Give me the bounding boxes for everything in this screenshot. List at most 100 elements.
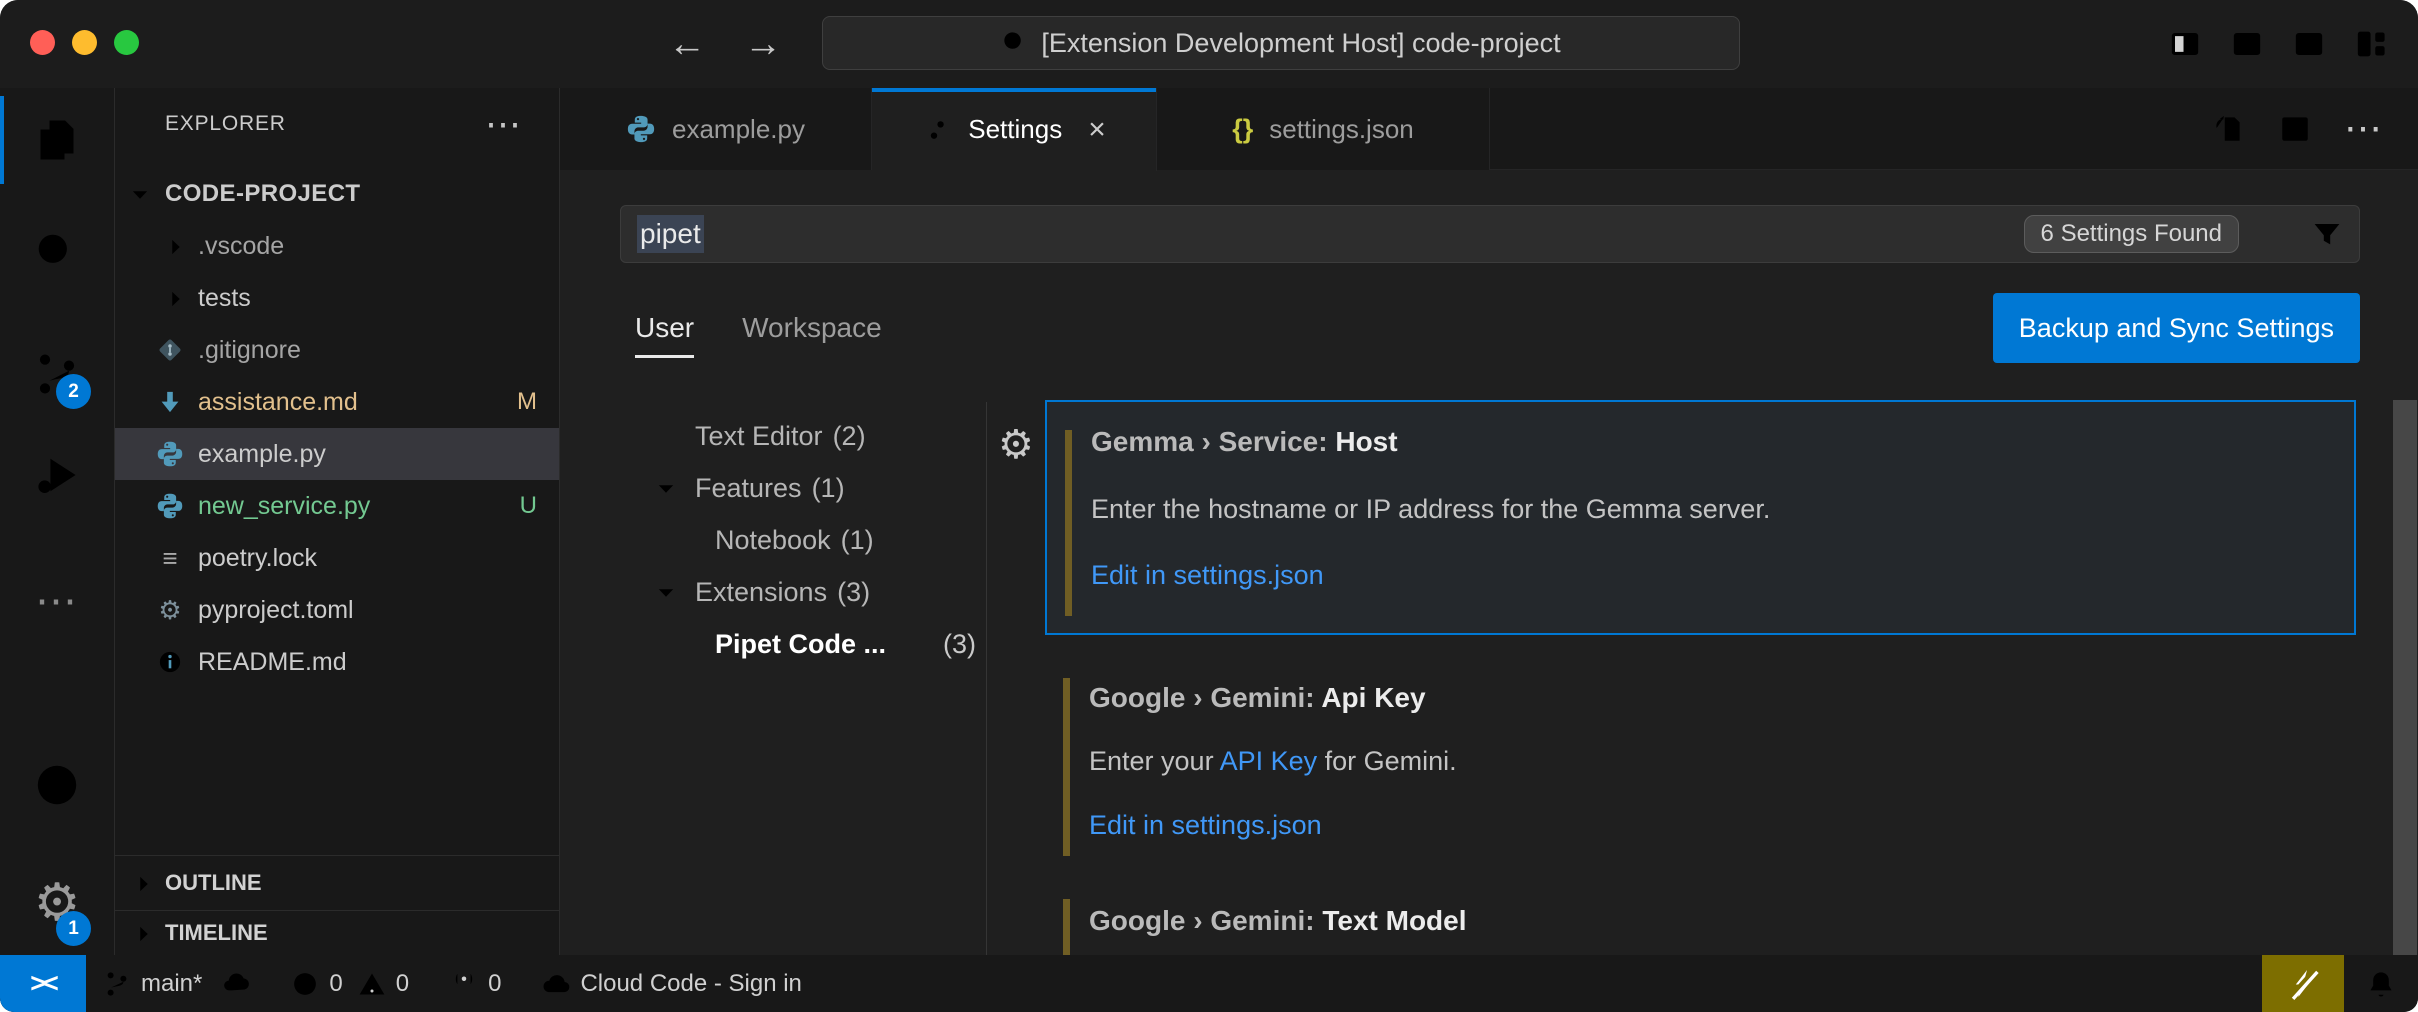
- tree-item-new-service-py[interactable]: new_service.py U: [115, 480, 559, 532]
- settings-toc: Text Editor (2) Features (1) Notebook (1…: [620, 410, 978, 670]
- run-debug-icon: [33, 451, 81, 499]
- forward-arrow-icon[interactable]: →: [744, 0, 782, 88]
- sliders-icon: [922, 115, 952, 145]
- search-controls: 6 Settings Found: [2024, 215, 2343, 253]
- command-center[interactable]: [Extension Development Host] code-projec…: [822, 16, 1740, 70]
- api-key-link[interactable]: API Key: [1220, 746, 1318, 776]
- tab-settings[interactable]: Settings ×: [872, 88, 1157, 171]
- notifications-button[interactable]: [2344, 968, 2418, 1000]
- split-editor-icon[interactable]: [2278, 112, 2312, 146]
- cloud-code-sign-in[interactable]: Cloud Code - Sign in: [541, 969, 801, 999]
- file-label: assistance.md: [198, 388, 358, 417]
- clear-search-filters-icon[interactable]: [2259, 218, 2291, 250]
- tree-item-pyproject-toml[interactable]: ⚙ pyproject.toml: [115, 584, 559, 636]
- settings-scrollbar[interactable]: [2393, 400, 2417, 955]
- file-label: .gitignore: [198, 336, 301, 365]
- publish-changes-button[interactable]: [222, 969, 252, 999]
- toc-notebook[interactable]: Notebook (1): [620, 514, 978, 566]
- activity-run-debug[interactable]: [0, 425, 114, 525]
- edit-in-settings-json-link[interactable]: Edit in settings.json: [1089, 810, 1322, 841]
- activity-accounts[interactable]: [0, 735, 114, 835]
- tree-item-assistance-md[interactable]: assistance.md M: [115, 376, 559, 428]
- edit-in-settings-json-link[interactable]: Edit in settings.json: [1091, 560, 1324, 591]
- toggle-panel-icon[interactable]: [2230, 27, 2264, 61]
- minimize-window-button[interactable]: [72, 30, 97, 55]
- chevron-down-icon: [653, 473, 679, 504]
- setting-row-google-gemini-text-model[interactable]: Google › Gemini: Text Model: [1045, 895, 2356, 955]
- tree-item-tests[interactable]: tests: [115, 272, 559, 324]
- outline-section-header[interactable]: OUTLINE: [115, 855, 559, 910]
- problems-errors[interactable]: 0: [290, 969, 342, 999]
- tab-example-py[interactable]: example.py: [560, 88, 872, 170]
- tab-label: example.py: [672, 114, 805, 145]
- ports-indicator[interactable]: 0: [449, 969, 501, 999]
- git-status-badge: M: [517, 388, 537, 416]
- activity-explorer[interactable]: [0, 90, 114, 190]
- tree-item-gitignore[interactable]: .gitignore: [115, 324, 559, 376]
- toc-count: (3): [943, 629, 976, 660]
- activity-settings[interactable]: ⚙: [0, 853, 114, 953]
- activity-search[interactable]: [0, 203, 114, 303]
- tree-item-vscode[interactable]: .vscode: [115, 220, 559, 272]
- layout-actions: [2168, 0, 2388, 88]
- tab-settings-json[interactable]: {} settings.json: [1157, 88, 1490, 170]
- toggle-secondary-sidebar-icon[interactable]: [2292, 27, 2326, 61]
- timeline-section-header[interactable]: TIMELINE: [115, 910, 559, 955]
- chevron-right-icon: [131, 869, 157, 896]
- editor-group: example.py Settings × {} settings.json ⋯: [560, 88, 2418, 955]
- zoom-window-button[interactable]: [114, 30, 139, 55]
- file-label: tests: [198, 284, 251, 313]
- gear-icon: ⚙: [155, 595, 185, 625]
- setting-category: Google › Gemini:: [1089, 905, 1315, 936]
- setting-description: Enter the hostname or IP address for the…: [1091, 494, 1770, 525]
- info-icon: [155, 647, 185, 677]
- close-window-button[interactable]: [30, 30, 55, 55]
- tree-item-readme-md[interactable]: README.md: [115, 636, 559, 688]
- scope-tab-user[interactable]: User: [635, 312, 694, 344]
- toc-splitter[interactable]: [986, 402, 987, 955]
- problems-warnings[interactable]: 0: [357, 969, 409, 999]
- setting-row-google-gemini-api-key[interactable]: Google › Gemini: Api Key Enter your API …: [1045, 670, 2356, 880]
- toc-label: Notebook: [715, 525, 831, 556]
- branch-icon: [102, 969, 132, 999]
- python-icon: [155, 439, 185, 469]
- error-icon: [290, 969, 320, 999]
- file-label: .vscode: [198, 232, 284, 261]
- sidebar-header: EXPLORER ⋯: [115, 88, 559, 160]
- open-settings-json-icon[interactable]: [2212, 112, 2246, 146]
- ports-count: 0: [488, 970, 501, 998]
- customize-layout-icon[interactable]: [2354, 27, 2388, 61]
- markdown-down-arrow-icon: [155, 387, 185, 417]
- activity-more[interactable]: ⋯: [0, 550, 114, 650]
- setting-name: Host: [1335, 426, 1397, 457]
- toc-text-editor[interactable]: Text Editor (2): [620, 410, 978, 462]
- chevron-down-icon: [127, 180, 153, 208]
- toc-features[interactable]: Features (1): [620, 462, 978, 514]
- setting-row-gear-icon[interactable]: ⚙: [998, 422, 1034, 468]
- toc-pipet-code[interactable]: Pipet Code ... (3): [620, 618, 978, 670]
- section-label: OUTLINE: [165, 870, 262, 896]
- traffic-lights: [30, 30, 139, 55]
- branch-indicator[interactable]: main*: [102, 969, 202, 999]
- tree-item-poetry-lock[interactable]: ≡ poetry.lock: [115, 532, 559, 584]
- close-icon[interactable]: ×: [1088, 113, 1106, 147]
- git-status-badge: U: [520, 492, 537, 520]
- filter-icon[interactable]: [2311, 218, 2343, 250]
- tree-root-code-project[interactable]: CODE-PROJECT: [115, 168, 559, 220]
- file-label: README.md: [198, 648, 347, 677]
- back-arrow-icon[interactable]: ←: [668, 0, 706, 88]
- activity-source-control[interactable]: [0, 324, 114, 424]
- description-text: Enter your: [1089, 746, 1220, 776]
- tree-item-example-py[interactable]: example.py: [115, 428, 559, 480]
- status-bar-right: [2262, 955, 2418, 1012]
- backup-sync-settings-button[interactable]: Backup and Sync Settings: [1993, 293, 2360, 363]
- toggle-primary-sidebar-icon[interactable]: [2168, 27, 2202, 61]
- toc-label: Text Editor: [695, 421, 823, 452]
- section-label: TIMELINE: [165, 920, 268, 946]
- remote-indicator[interactable]: ><: [0, 955, 86, 1012]
- toc-extensions[interactable]: Extensions (3): [620, 566, 978, 618]
- inline-suggestions-off-button[interactable]: [2262, 955, 2344, 1012]
- settings-search-input[interactable]: pipet 6 Settings Found: [620, 205, 2360, 263]
- scope-tab-workspace[interactable]: Workspace: [742, 312, 882, 344]
- setting-row-gemma-service-host[interactable]: Gemma › Service: Host Enter the hostname…: [1045, 400, 2356, 635]
